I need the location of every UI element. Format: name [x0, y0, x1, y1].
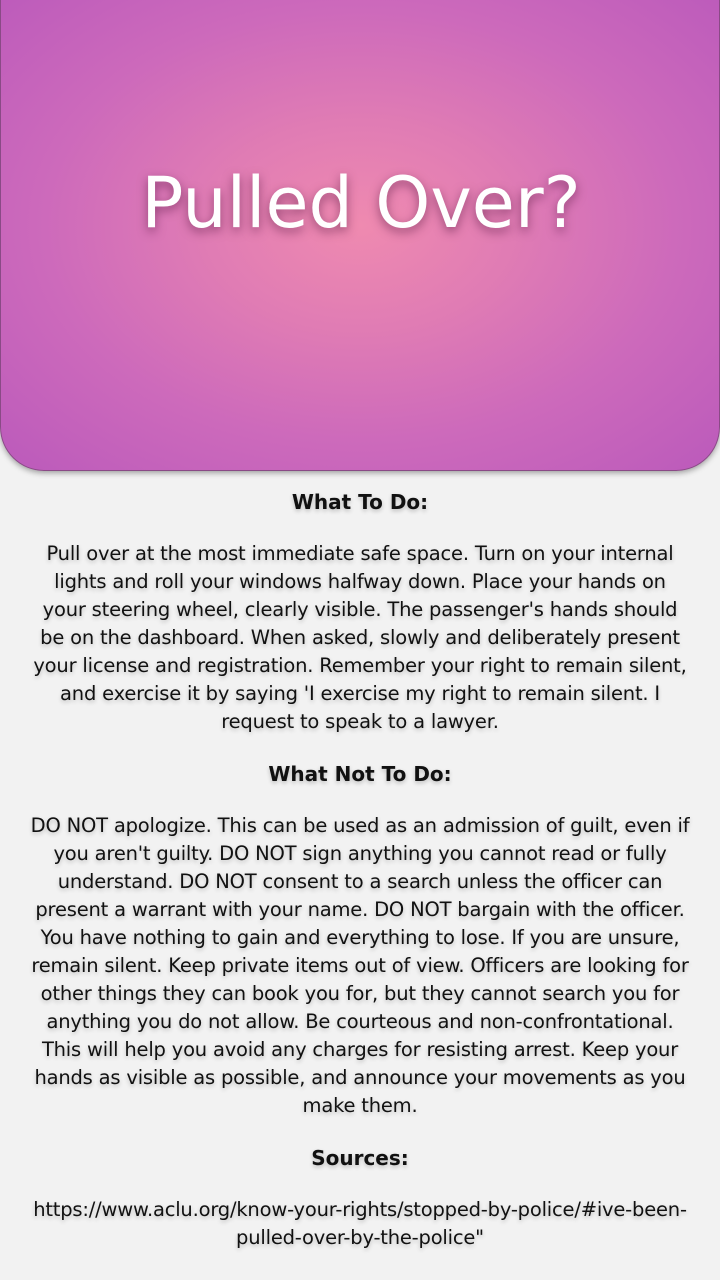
what-to-do-text: Pull over at the most immediate safe spa…: [33, 542, 687, 733]
what-not-to-do-text: DO NOT apologize. This can be used as an…: [30, 814, 690, 1117]
what-not-to-do-heading: What Not To Do:: [268, 762, 452, 786]
screen: Pulled Over? What To Do: Pull over at th…: [0, 0, 720, 1280]
header-banner: Pulled Over?: [0, 0, 720, 471]
content-scroll-area[interactable]: What To Do: Pull over at the most immedi…: [30, 484, 690, 1272]
page-title: Pulled Over?: [141, 162, 581, 244]
sources-heading: Sources:: [311, 1146, 409, 1170]
source-link[interactable]: https://www.aclu.org/know-your-rights/st…: [30, 1196, 690, 1252]
what-to-do-heading: What To Do:: [291, 490, 429, 514]
